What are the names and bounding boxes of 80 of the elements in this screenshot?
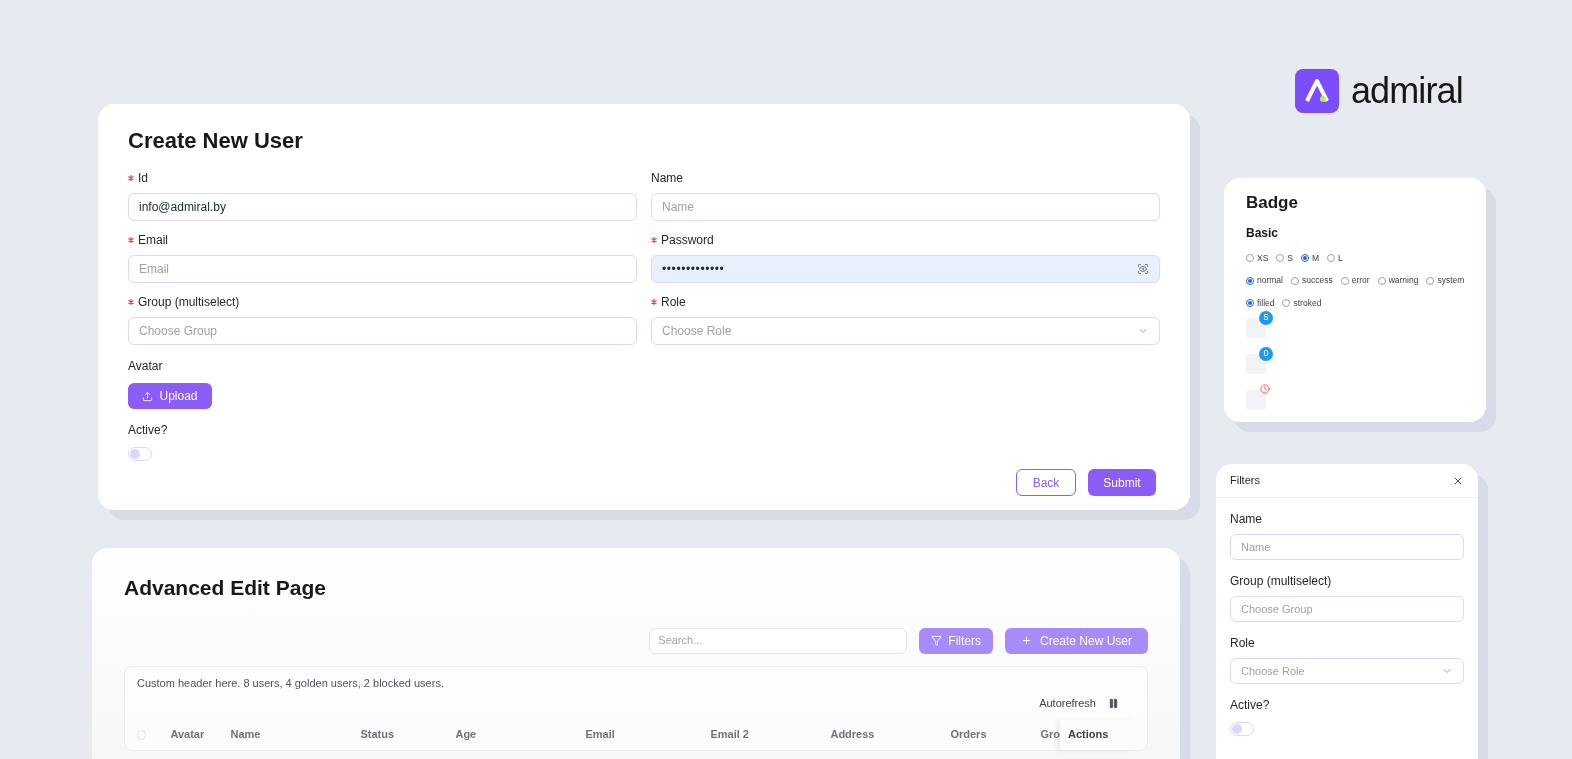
radio-button[interactable]	[1327, 253, 1336, 262]
pause-icon[interactable]	[1108, 697, 1119, 709]
column-header: Age	[455, 727, 478, 743]
radio-label[interactable]: system	[1437, 274, 1465, 287]
field-value: info@admiral.by	[139, 199, 226, 216]
field-placeholder: Name	[1241, 539, 1271, 555]
plus-icon	[1020, 635, 1032, 646]
count-badge: 5	[1259, 310, 1273, 325]
radio-button[interactable]	[1426, 276, 1435, 285]
clock-icon	[1260, 383, 1270, 394]
radio-label[interactable]: M	[1312, 251, 1320, 265]
filter-icon	[931, 635, 943, 646]
radio-label[interactable]: warning	[1388, 274, 1419, 287]
field-value: •••••••••••••	[662, 261, 725, 278]
submit-button[interactable]: Submit	[1088, 469, 1156, 496]
field-label: Active?	[1230, 697, 1271, 714]
radio-label[interactable]: filled	[1257, 297, 1275, 310]
radio-button[interactable]	[1246, 276, 1254, 285]
badge-anchor-placeholder	[1246, 317, 1266, 338]
page-title: Advanced Edit Page	[124, 575, 327, 601]
password-field[interactable]: •••••••••••••	[651, 255, 1160, 283]
column-header: Email	[585, 727, 616, 743]
column-header: Name	[230, 727, 262, 743]
field-label: Password	[661, 232, 714, 249]
radio-label[interactable]: S	[1287, 251, 1293, 265]
field-label: Email	[138, 232, 168, 249]
logo-icon	[1295, 69, 1339, 113]
field-label: Group (multiselect)	[1230, 573, 1332, 590]
upload-icon	[142, 390, 154, 402]
radio-label[interactable]: success	[1302, 274, 1333, 287]
field-label: Active?	[128, 422, 169, 439]
input-field[interactable]: info@admiral.by	[128, 193, 637, 221]
column-header: Avatar	[170, 727, 206, 743]
column-header: Actions	[1060, 719, 1135, 750]
radio-label[interactable]: normal	[1257, 274, 1283, 287]
section-title: Basic	[1246, 224, 1280, 242]
field-placeholder: Email	[139, 261, 169, 278]
field-label: Role	[661, 294, 686, 311]
column-header: Address	[830, 727, 876, 743]
upload-button[interactable]: Upload	[128, 383, 212, 409]
radio-button[interactable]	[1246, 299, 1254, 308]
card-title: Badge	[1246, 192, 1299, 214]
radio-button[interactable]	[1301, 253, 1309, 262]
radio-button[interactable]	[1276, 253, 1285, 262]
field-label: Name	[651, 170, 683, 187]
radio-label[interactable]: L	[1338, 251, 1343, 265]
field-placeholder: Choose Role	[1241, 663, 1305, 679]
field-label: Role	[1230, 635, 1255, 652]
logo-text: admiral	[1351, 69, 1463, 113]
autorefresh-label: Autorefresh	[1039, 696, 1096, 711]
field-label: Name	[1230, 511, 1262, 528]
field-placeholder: Name	[662, 199, 694, 216]
field-label: Id	[138, 170, 148, 187]
badge-anchor-placeholder	[1246, 389, 1266, 410]
password-reveal-icon[interactable]	[1137, 263, 1149, 275]
table-header-text: Custom header here. 8 users, 4 golden users, 2 blocked users.	[137, 675, 445, 691]
field-placeholder: Choose Group	[139, 323, 218, 340]
field-label: Avatar	[128, 358, 164, 375]
back-button[interactable]: Back	[1016, 469, 1076, 496]
column-header: Orders	[950, 727, 988, 743]
column-header: Email 2	[710, 727, 750, 743]
radio-button[interactable]	[1291, 276, 1299, 285]
radio-button[interactable]	[1377, 276, 1386, 285]
toggle-switch[interactable]	[1230, 722, 1254, 736]
field-placeholder: Choose Group	[1241, 601, 1313, 617]
panel-title: Filters	[1230, 473, 1260, 489]
card-title: Create New User	[128, 127, 304, 155]
field-placeholder: Choose Role	[662, 323, 732, 340]
radio-label[interactable]: stroked	[1293, 297, 1322, 310]
radio-button[interactable]	[1246, 253, 1254, 262]
count-badge: 0	[1259, 346, 1273, 361]
toggle-switch[interactable]	[128, 447, 152, 461]
radio-label[interactable]: error	[1351, 274, 1370, 287]
field-label: Group (multiselect)	[138, 294, 240, 311]
radio-label[interactable]: XS	[1257, 251, 1269, 265]
column-header: Status	[360, 727, 396, 743]
radio-button[interactable]	[1340, 276, 1349, 285]
badge-anchor-placeholder	[1246, 353, 1266, 374]
radio-button[interactable]	[1282, 299, 1291, 308]
column-header: Gro	[1040, 727, 1060, 743]
